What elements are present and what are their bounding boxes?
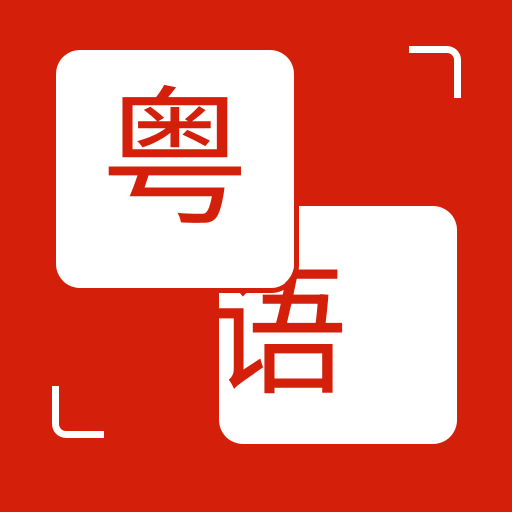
cantonese-app-icon[interactable]: 语 粤 <box>0 0 512 512</box>
corner-bracket-bottom-left-icon <box>52 386 104 438</box>
character-tile-top: 粤 <box>56 50 299 293</box>
corner-bracket-top-right-icon <box>409 46 461 98</box>
character-yue-cantonese: 粤 <box>99 74 250 248</box>
